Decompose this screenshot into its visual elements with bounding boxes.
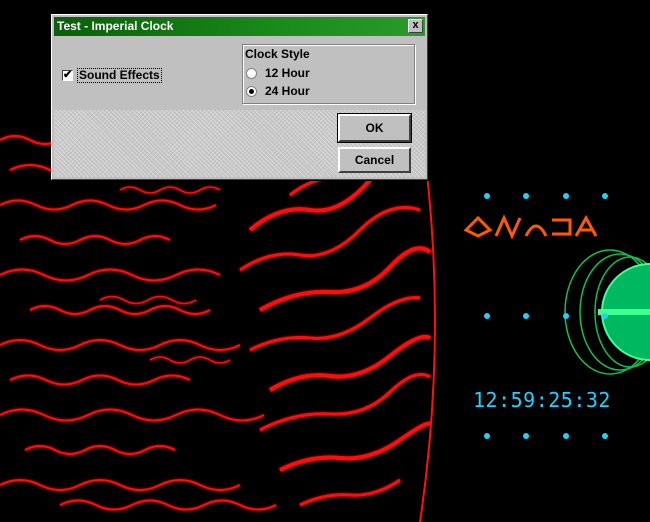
settings-dialog: Test - Imperial Clock x ✔ Sound Effects … [51,14,428,180]
radio-12-hour-circle[interactable] [246,67,257,79]
close-icon: x [412,19,419,31]
cancel-button[interactable]: Cancel [338,147,411,173]
clock-time: 12:59:25:32 [473,388,611,412]
close-button[interactable]: x [408,19,423,33]
radio-24-hour[interactable]: 24 Hour [246,84,310,98]
sound-effects-label: Sound Effects [77,67,162,83]
title-bar[interactable]: Test - Imperial Clock x [54,17,425,36]
clock-style-title: Clock Style [245,47,310,61]
disc-edge [419,119,436,522]
clock-style-group: Clock Style 12 Hour 24 Hour [242,44,415,104]
radio-24-hour-circle[interactable] [246,85,257,97]
sound-effects-option[interactable]: ✔ Sound Effects [62,67,162,83]
radio-12-hour-label: 12 Hour [265,66,310,80]
dialog-title: Test - Imperial Clock [57,19,174,33]
radio-24-hour-label: 24 Hour [265,84,310,98]
sound-effects-checkbox[interactable]: ✔ [62,69,73,81]
radio-12-hour[interactable]: 12 Hour [246,66,310,80]
imperial-glyphs [463,214,598,240]
plasma-disc [0,131,435,511]
ok-button[interactable]: OK [337,113,412,143]
